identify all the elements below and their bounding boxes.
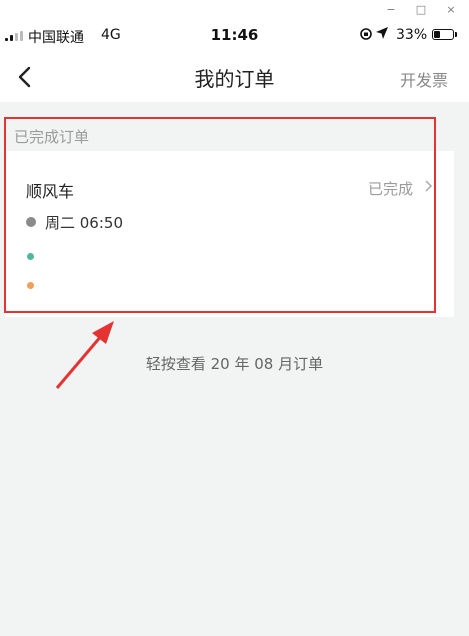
page-title: 我的订单 <box>194 67 275 91</box>
battery-tip <box>455 32 457 37</box>
month-orders-link[interactable]: 轻按查看 20 年 08 月订单 <box>0 353 469 374</box>
location-arrow-icon <box>375 26 389 44</box>
rotation-lock-icon <box>359 27 373 45</box>
maximize-button[interactable]: □ <box>413 2 429 18</box>
highlight-box <box>4 117 436 313</box>
nav-bar: 我的订单 开发票 <box>0 52 469 102</box>
battery-percent: 33% <box>396 27 428 43</box>
minimize-button[interactable]: − <box>383 2 399 18</box>
battery-fill <box>434 31 440 38</box>
window-titlebar: − □ × <box>0 0 469 20</box>
invoice-button[interactable]: 开发票 <box>400 67 448 91</box>
status-bar: 中国联通 4G 11:46 33% <box>0 20 469 52</box>
battery-icon <box>432 29 454 40</box>
close-button[interactable]: × <box>443 2 459 18</box>
